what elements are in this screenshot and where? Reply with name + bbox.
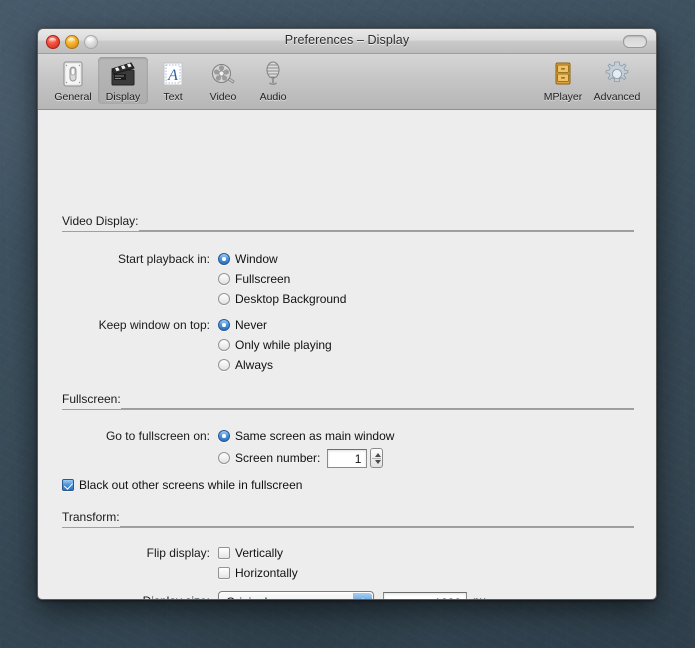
toolbar-item-advanced[interactable]: Advanced [588, 57, 646, 104]
toolbar-item-audio-label: Audio [260, 91, 287, 103]
radio-fullscreen-screen-number[interactable]: Screen number: [218, 446, 394, 470]
field-start-playback: Start playback in: Window Fullscreen Des… [62, 249, 492, 309]
stepper-down-icon[interactable] [375, 460, 381, 464]
toolbar: General Display [38, 54, 656, 110]
letter-a-icon: A [159, 59, 187, 89]
field-flip-display: Flip display: Vertically Horizontally [62, 543, 462, 583]
toolbar-left-group: General Display [48, 57, 298, 104]
toolbar-item-video[interactable]: Video [198, 57, 248, 104]
screen-number-input[interactable] [327, 449, 367, 468]
toolbar-item-video-label: Video [210, 91, 237, 103]
toolbar-item-display-label: Display [106, 91, 140, 103]
clapperboard-icon [109, 59, 137, 89]
checkbox-indicator [218, 547, 230, 559]
radio-label: Window [235, 252, 278, 266]
keep-on-top-label: Keep window on top: [62, 315, 210, 335]
radio-indicator [218, 452, 230, 464]
section-rule [120, 526, 634, 527]
chevron-up-icon [360, 598, 366, 601]
checkbox-indicator [62, 479, 74, 491]
toolbar-item-general-label: General [54, 91, 91, 103]
radio-label: Only while playing [235, 338, 332, 352]
radio-keep-on-top-always[interactable]: Always [218, 355, 332, 375]
radio-label: Screen number: [235, 451, 320, 465]
section-title-fullscreen: Fullscreen: [62, 392, 127, 406]
start-playback-label: Start playback in: [62, 249, 210, 269]
flip-display-label: Flip display: [62, 543, 210, 563]
radio-label: Never [235, 318, 267, 332]
window-title: Preferences – Display [38, 33, 656, 47]
gear-icon [603, 59, 631, 89]
section-rule [139, 230, 635, 231]
stepper-up-icon[interactable] [375, 453, 381, 457]
toolbar-right-group: MPlayer Advanced [538, 57, 646, 104]
drawer-cabinet-icon [549, 59, 577, 89]
field-display-size: Display size: Original px [62, 591, 522, 600]
toolbar-item-text[interactable]: A Text [148, 57, 198, 104]
section-header-transform: Transform: [62, 510, 634, 524]
toolbar-toggle-button[interactable] [623, 35, 647, 48]
field-go-to-fullscreen: Go to fullscreen on: Same screen as main… [62, 426, 542, 470]
toolbar-item-general[interactable]: General [48, 57, 98, 104]
toolbar-item-mplayer-label: MPlayer [544, 91, 583, 103]
display-size-popup[interactable]: Original [218, 591, 374, 600]
section-header-video-display: Video Display: [62, 214, 634, 228]
display-size-input[interactable] [383, 592, 467, 600]
section-rule [121, 408, 634, 409]
radio-label: Desktop Background [235, 292, 346, 306]
section-header-fullscreen: Fullscreen: [62, 392, 634, 406]
checkbox-blackout-other-screens[interactable]: Black out other screens while in fullscr… [62, 475, 302, 495]
toolbar-item-advanced-label: Advanced [594, 91, 641, 103]
switch-icon [59, 59, 87, 89]
radio-start-playback-desktop-background[interactable]: Desktop Background [218, 289, 346, 309]
radio-fullscreen-same-screen[interactable]: Same screen as main window [218, 426, 394, 446]
radio-indicator [218, 430, 230, 442]
display-size-unit: px [473, 592, 486, 600]
go-to-fullscreen-label: Go to fullscreen on: [62, 426, 210, 446]
window-titlebar[interactable]: Preferences – Display [38, 29, 656, 54]
display-size-popup-value: Original [226, 595, 267, 601]
radio-indicator [218, 253, 230, 265]
radio-label: Always [235, 358, 273, 372]
svg-text:A: A [167, 67, 178, 84]
checkbox-flip-vertically[interactable]: Vertically [218, 543, 298, 563]
radio-keep-on-top-only-while-playing[interactable]: Only while playing [218, 335, 332, 355]
checkbox-flip-horizontally[interactable]: Horizontally [218, 563, 298, 583]
film-reel-icon [209, 59, 237, 89]
section-title-transform: Transform: [62, 510, 126, 524]
toolbar-item-mplayer[interactable]: MPlayer [538, 57, 588, 104]
radio-indicator [218, 293, 230, 305]
chevron-updown-icon [353, 593, 372, 600]
section-title-video-display: Video Display: [62, 214, 145, 228]
checkbox-label: Black out other screens while in fullscr… [79, 478, 302, 492]
display-size-label: Display size: [62, 591, 210, 600]
preferences-window: Preferences – Display [37, 28, 657, 600]
preferences-content: Video Display: Start playback in: Window… [38, 110, 656, 600]
toolbar-item-audio[interactable]: Audio [248, 57, 298, 104]
radio-keep-on-top-never[interactable]: Never [218, 315, 332, 335]
radio-indicator [218, 273, 230, 285]
toolbar-item-text-label: Text [163, 91, 182, 103]
microphone-icon [259, 59, 287, 89]
radio-indicator [218, 339, 230, 351]
radio-indicator [218, 359, 230, 371]
checkbox-label: Vertically [235, 546, 283, 560]
checkbox-label: Horizontally [235, 566, 298, 580]
radio-indicator [218, 319, 230, 331]
checkbox-indicator [218, 567, 230, 579]
screen-number-stepper[interactable] [370, 448, 383, 468]
radio-label: Same screen as main window [235, 429, 394, 443]
radio-start-playback-fullscreen[interactable]: Fullscreen [218, 269, 346, 289]
radio-start-playback-window[interactable]: Window [218, 249, 346, 269]
toolbar-item-display[interactable]: Display [98, 57, 148, 104]
radio-label: Fullscreen [235, 272, 290, 286]
field-keep-window-on-top: Keep window on top: Never Only while pla… [62, 315, 492, 375]
